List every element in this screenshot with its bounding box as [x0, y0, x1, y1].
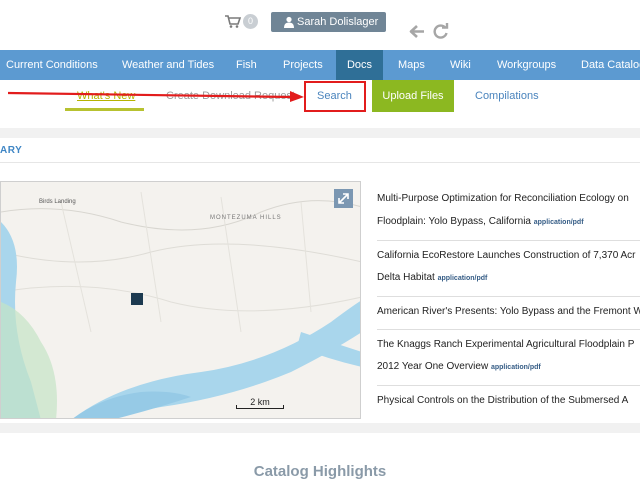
map-place-label: Birds Landing — [39, 199, 76, 205]
tab-compilations[interactable]: Compilations — [475, 83, 539, 110]
active-tab-underline — [65, 108, 144, 111]
nav-workgroups[interactable]: Workgroups — [497, 50, 556, 80]
cart-count-badge: 0 — [243, 14, 258, 29]
nav-wiki[interactable]: Wiki — [450, 50, 471, 80]
map-view[interactable]: Birds Landing MONTEZUMA HILLS — [0, 181, 361, 419]
document-link-cont[interactable]: 2012 Year One Overview application/pdf — [377, 361, 541, 372]
list-divider — [377, 385, 640, 386]
section-divider — [0, 162, 640, 163]
nav-weather-and-tides[interactable]: Weather and Tides — [122, 50, 214, 80]
document-title-cont[interactable]: 2012 Year One Overview — [377, 361, 488, 372]
nav-current-conditions[interactable]: Current Conditions — [6, 50, 98, 80]
nav-fish[interactable]: Fish — [236, 50, 257, 80]
catalog-highlights-heading: Catalog Highlights — [253, 463, 387, 480]
map-marker[interactable] — [131, 293, 143, 305]
document-title-cont[interactable]: Floodplain: Yolo Bypass, California — [377, 216, 531, 227]
mime-type-badge: application/pdf — [490, 364, 541, 371]
document-link[interactable]: Physical Controls on the Distribution of… — [377, 395, 628, 406]
main-navigation: Current Conditions Weather and Tides Fis… — [0, 50, 640, 80]
mime-type-badge: application/pdf — [437, 275, 488, 282]
mime-type-badge: application/pdf — [533, 219, 584, 226]
nav-docs[interactable]: Docs — [336, 50, 383, 80]
expand-map-button[interactable] — [334, 189, 353, 208]
map-region-label: MONTEZUMA HILLS — [210, 215, 282, 221]
document-link[interactable]: Multi-Purpose Optimization for Reconcili… — [377, 193, 629, 204]
nav-maps[interactable]: Maps — [398, 50, 425, 80]
document-link-cont[interactable]: Floodplain: Yolo Bypass, California appl… — [377, 216, 584, 227]
back-arrow-icon[interactable] — [408, 23, 425, 40]
document-link[interactable]: The Knaggs Ranch Experimental Agricultur… — [377, 339, 634, 350]
section-title: ARY — [0, 145, 23, 156]
document-link[interactable]: American River's Presents: Yolo Bypass a… — [377, 306, 640, 317]
search-highlight-box — [304, 81, 366, 112]
upload-files-button[interactable]: Upload Files — [372, 80, 454, 112]
user-icon — [284, 16, 294, 28]
document-link[interactable]: California EcoRestore Launches Construct… — [377, 250, 635, 261]
list-divider — [377, 296, 640, 297]
map-scale-bar: 2 km — [236, 397, 284, 409]
list-divider — [377, 329, 640, 330]
list-divider — [377, 240, 640, 241]
expand-icon — [338, 193, 349, 204]
annotation-arrow — [7, 91, 304, 102]
map-canvas[interactable] — [1, 182, 361, 419]
refresh-icon[interactable] — [432, 23, 449, 40]
document-title-cont[interactable]: Delta Habitat — [377, 272, 435, 283]
nav-data-catalog[interactable]: Data Catalog — [581, 50, 640, 80]
document-link-cont[interactable]: Delta Habitat application/pdf — [377, 272, 487, 283]
nav-projects[interactable]: Projects — [283, 50, 323, 80]
